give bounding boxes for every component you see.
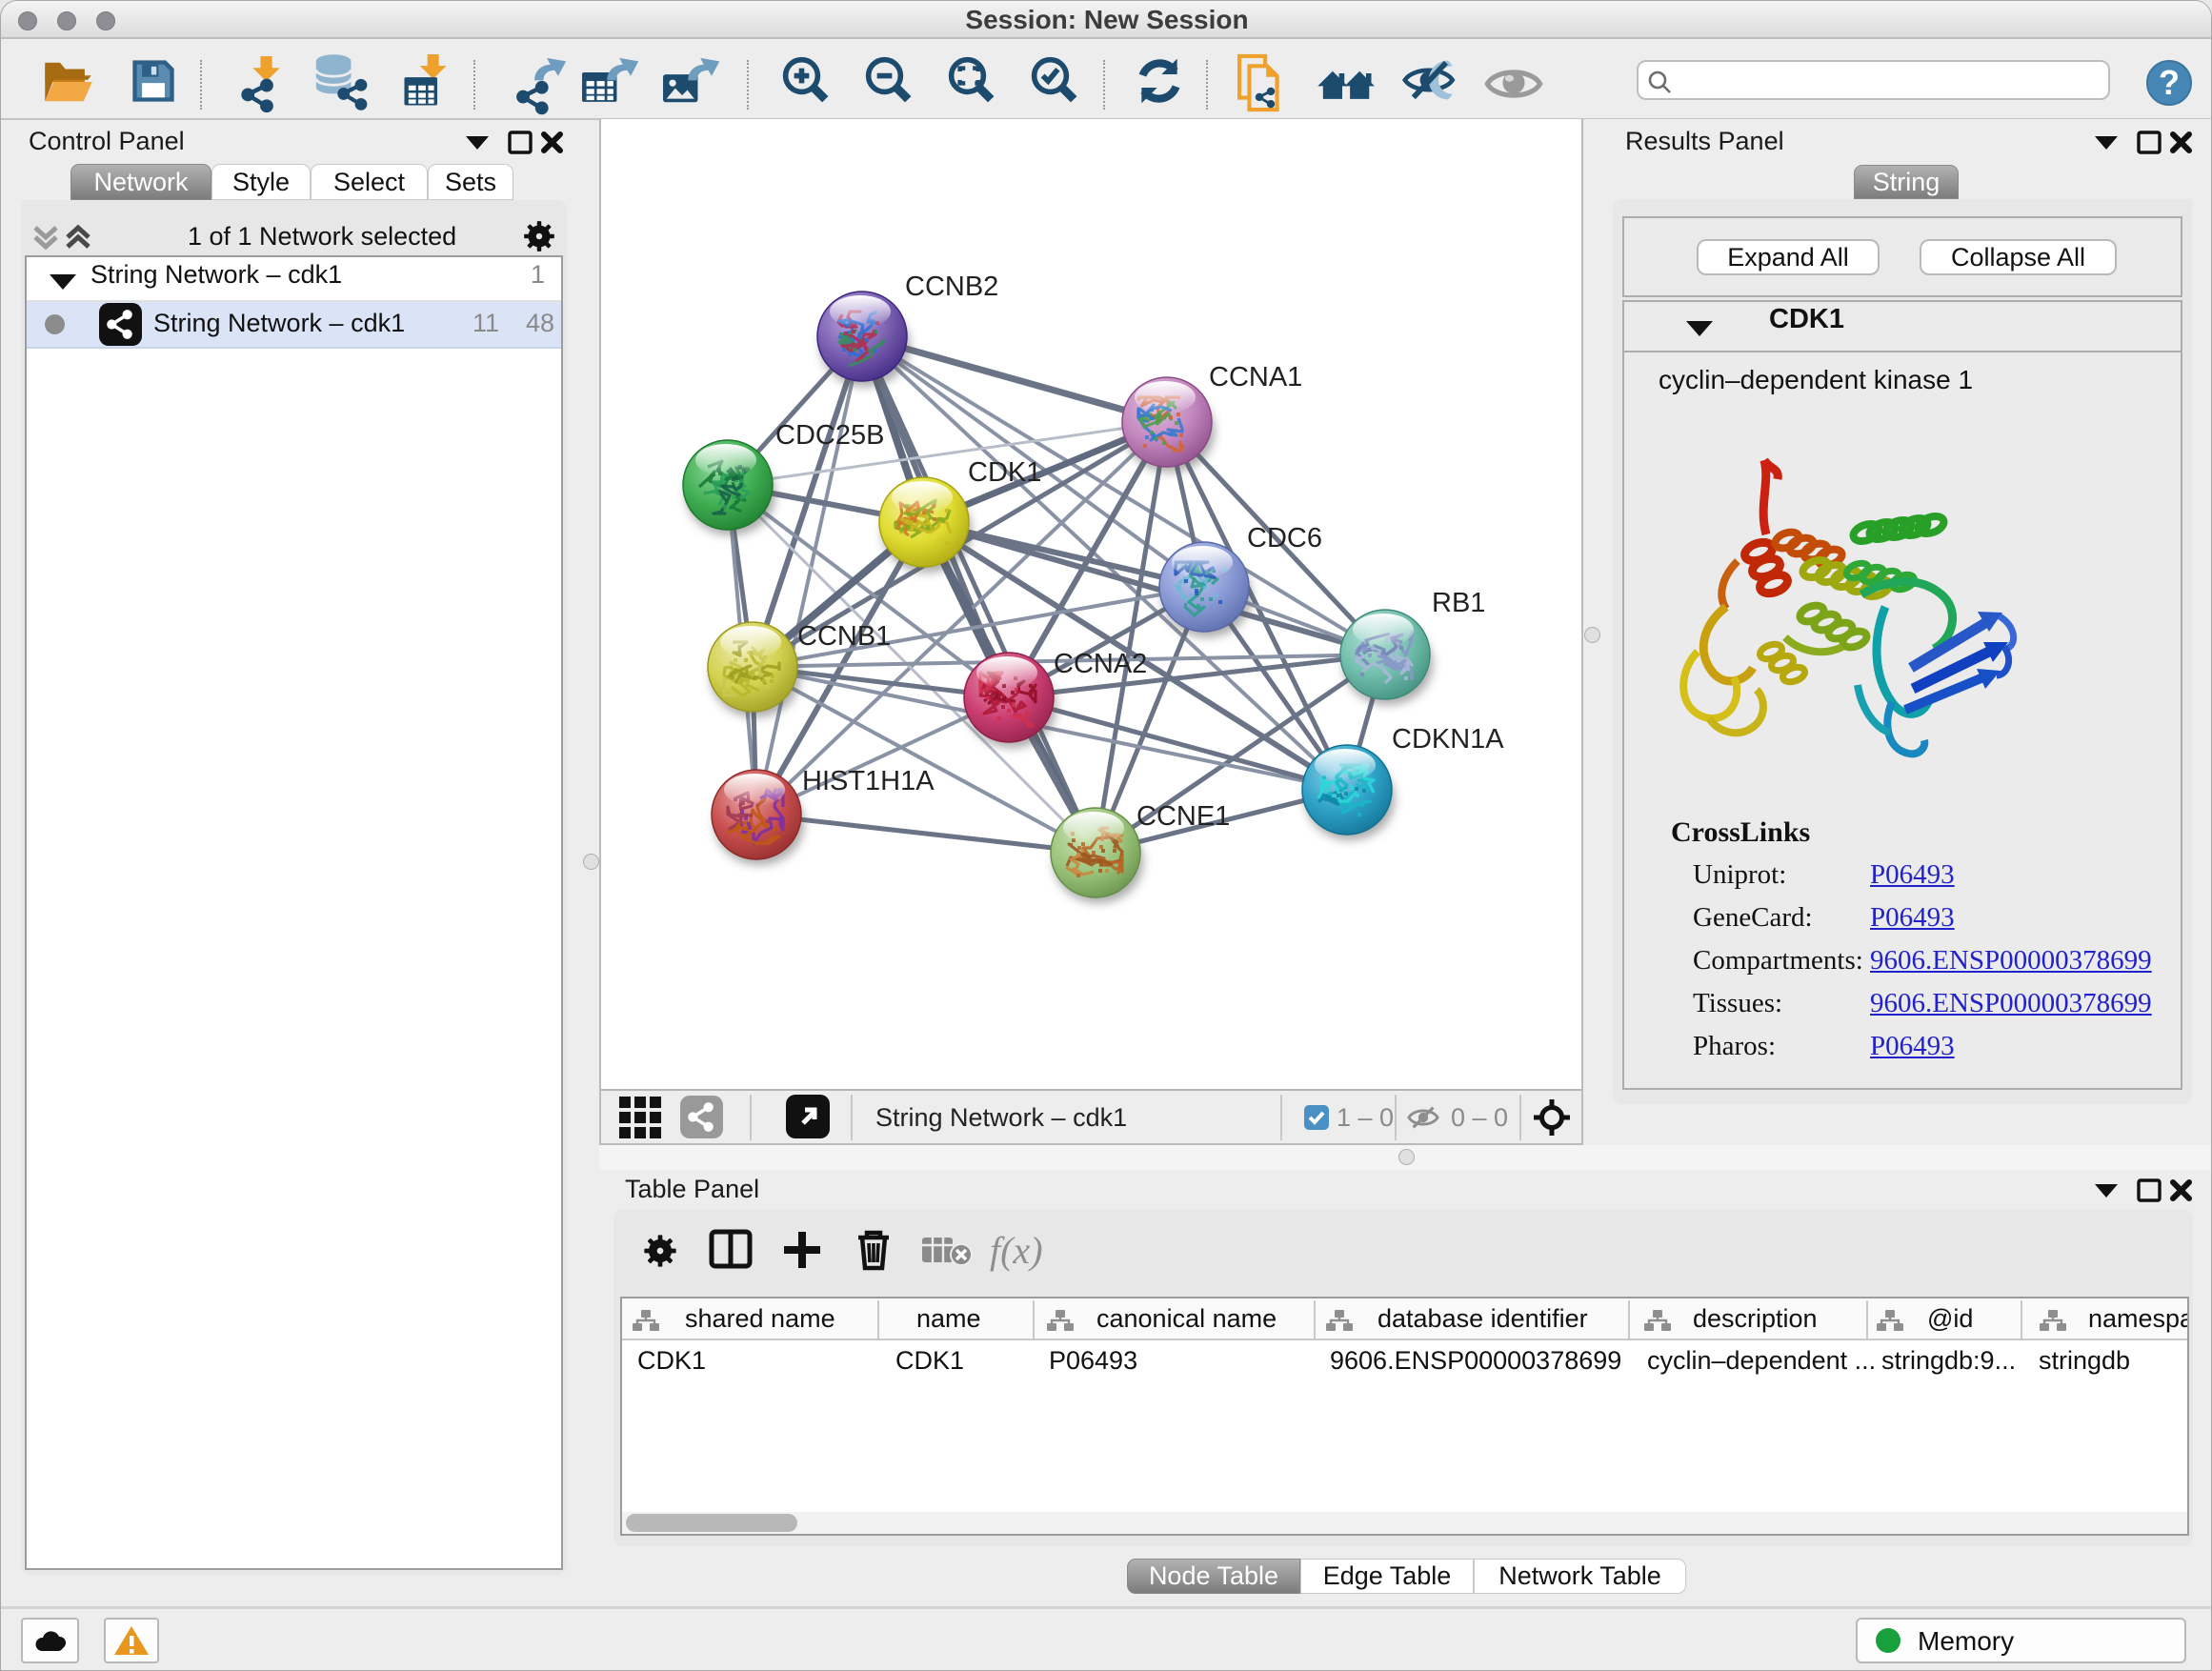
svg-text:CDC25B: CDC25B: [775, 420, 884, 451]
svg-text:CCNB2: CCNB2: [905, 272, 998, 302]
svg-text:CCNE1: CCNE1: [1136, 801, 1230, 832]
svg-text:CCNA1: CCNA1: [1209, 362, 1302, 393]
svg-text:RB1: RB1: [1432, 588, 1485, 618]
svg-text:CCNA2: CCNA2: [1054, 649, 1147, 679]
svg-text:CDC6: CDC6: [1247, 523, 1322, 554]
svg-text:HIST1H1A: HIST1H1A: [802, 766, 935, 796]
svg-text:CDKN1A: CDKN1A: [1392, 724, 1504, 755]
svg-text:CDK1: CDK1: [968, 457, 1041, 488]
svg-text:CCNB1: CCNB1: [797, 621, 891, 652]
